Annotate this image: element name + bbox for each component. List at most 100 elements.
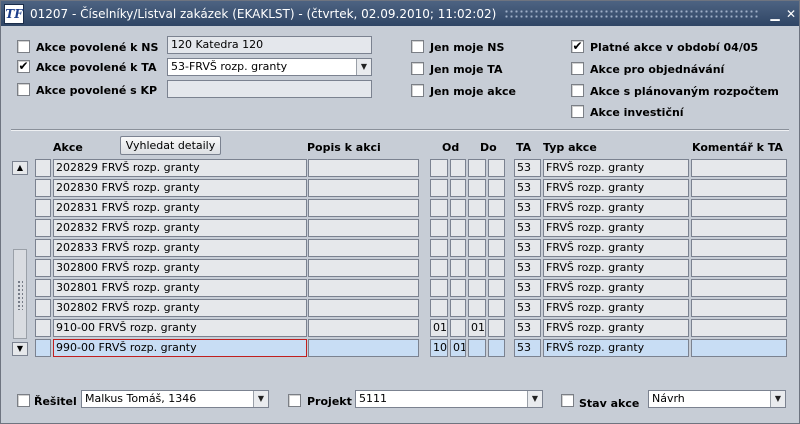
komentar-cell[interactable]	[691, 199, 787, 217]
do-cell-2[interactable]	[488, 339, 505, 357]
akce-cell[interactable]: 302800 FRVŠ rozp. granty	[53, 259, 307, 277]
do-cell[interactable]	[468, 239, 486, 257]
od-cell[interactable]	[430, 299, 448, 317]
minimize-icon[interactable]: ▁	[767, 6, 783, 22]
objednavani-checkbox[interactable]	[571, 62, 584, 75]
ta-cell[interactable]: 53	[514, 319, 541, 337]
resitel-combo[interactable]: Malkus Tomáš, 1346 ▼	[81, 390, 269, 408]
akce-cell[interactable]: 910-00 FRVŠ rozp. granty	[53, 319, 307, 337]
do-cell-2[interactable]	[488, 219, 505, 237]
do-cell[interactable]	[468, 339, 486, 357]
komentar-cell[interactable]	[691, 259, 787, 277]
popis-cell[interactable]	[308, 259, 419, 277]
ta-cell[interactable]: 53	[514, 299, 541, 317]
investicni-checkbox[interactable]	[571, 105, 584, 118]
stav-checkbox[interactable]	[561, 394, 574, 407]
row-selector[interactable]	[35, 219, 51, 237]
row-selector[interactable]	[35, 239, 51, 257]
do-cell[interactable]	[468, 259, 486, 277]
typ-cell[interactable]: FRVŠ rozp. granty	[543, 219, 689, 237]
projekt-checkbox[interactable]	[288, 394, 301, 407]
od-cell-2[interactable]	[450, 219, 466, 237]
typ-cell[interactable]: FRVŠ rozp. granty	[543, 199, 689, 217]
typ-cell[interactable]: FRVŠ rozp. granty	[543, 239, 689, 257]
od-cell[interactable]	[430, 239, 448, 257]
od-cell-2[interactable]	[450, 259, 466, 277]
typ-cell[interactable]: FRVŠ rozp. granty	[543, 279, 689, 297]
jen-ns-checkbox[interactable]	[411, 40, 424, 53]
ns-field[interactable]: 120 Katedra 120	[167, 36, 372, 54]
typ-cell[interactable]: FRVŠ rozp. granty	[543, 299, 689, 317]
table-row[interactable]: 302802 FRVŠ rozp. granty 53 FRVŠ rozp. g…	[1, 298, 800, 318]
row-selector[interactable]	[35, 259, 51, 277]
do-cell[interactable]	[468, 219, 486, 237]
table-row[interactable]: 202831 FRVŠ rozp. granty 53 FRVŠ rozp. g…	[1, 198, 800, 218]
chevron-down-icon[interactable]: ▼	[253, 391, 268, 407]
akce-cell[interactable]: 202833 FRVŠ rozp. granty	[53, 239, 307, 257]
komentar-cell[interactable]	[691, 319, 787, 337]
komentar-cell[interactable]	[691, 179, 787, 197]
typ-cell[interactable]: FRVŠ rozp. granty	[543, 319, 689, 337]
akce-cell[interactable]: 302801 FRVŠ rozp. granty	[53, 279, 307, 297]
ta-cell[interactable]: 53	[514, 259, 541, 277]
chevron-down-icon[interactable]: ▼	[356, 59, 371, 75]
do-cell[interactable]	[468, 179, 486, 197]
do-cell-2[interactable]	[488, 319, 505, 337]
popis-cell[interactable]	[308, 319, 419, 337]
komentar-cell[interactable]	[691, 279, 787, 297]
od-cell-2[interactable]	[450, 239, 466, 257]
chevron-down-icon[interactable]: ▼	[527, 391, 542, 407]
akce-cell[interactable]: 302802 FRVŠ rozp. granty	[53, 299, 307, 317]
title-bar[interactable]: TF 01207 - Číselníky/Listval zakázek (EK…	[1, 1, 799, 26]
row-selector[interactable]	[35, 319, 51, 337]
ta-cell[interactable]: 53	[514, 239, 541, 257]
find-details-button[interactable]: Vyhledat detaily	[120, 136, 221, 155]
popis-cell[interactable]	[308, 299, 419, 317]
ns-checkbox[interactable]	[17, 40, 30, 53]
do-cell-2[interactable]	[488, 239, 505, 257]
table-row[interactable]: 910-00 FRVŠ rozp. granty 01 01 53 FRVŠ r…	[1, 318, 800, 338]
popis-cell[interactable]	[308, 159, 419, 177]
akce-cell[interactable]: 202832 FRVŠ rozp. granty	[53, 219, 307, 237]
od-cell[interactable]	[430, 179, 448, 197]
od-cell-2[interactable]	[450, 299, 466, 317]
od-cell[interactable]	[430, 219, 448, 237]
platne-checkbox[interactable]: ✔	[571, 40, 584, 53]
ta-checkbox[interactable]: ✔	[17, 60, 30, 73]
do-cell[interactable]	[468, 199, 486, 217]
od-cell[interactable]: 01	[430, 319, 448, 337]
akce-cell[interactable]: 202829 FRVŠ rozp. granty	[53, 159, 307, 177]
close-icon[interactable]: ✕	[783, 6, 799, 22]
komentar-cell[interactable]	[691, 219, 787, 237]
ta-cell[interactable]: 53	[514, 179, 541, 197]
typ-cell[interactable]: FRVŠ rozp. granty	[543, 179, 689, 197]
ta-cell[interactable]: 53	[514, 199, 541, 217]
popis-cell[interactable]	[308, 339, 419, 357]
od-cell[interactable]	[430, 199, 448, 217]
table-row[interactable]: 302801 FRVŠ rozp. granty 53 FRVŠ rozp. g…	[1, 278, 800, 298]
do-cell-2[interactable]	[488, 299, 505, 317]
row-selector[interactable]	[35, 179, 51, 197]
do-cell[interactable]	[468, 299, 486, 317]
do-cell-2[interactable]	[488, 279, 505, 297]
row-selector[interactable]	[35, 299, 51, 317]
row-selector[interactable]	[35, 339, 51, 357]
row-selector[interactable]	[35, 279, 51, 297]
kp-checkbox[interactable]	[17, 83, 30, 96]
komentar-cell[interactable]	[691, 339, 787, 357]
table-row[interactable]: 202829 FRVŠ rozp. granty 53 FRVŠ rozp. g…	[1, 158, 800, 178]
popis-cell[interactable]	[308, 199, 419, 217]
jen-ta-checkbox[interactable]	[411, 62, 424, 75]
akce-cell[interactable]: 202830 FRVŠ rozp. granty	[53, 179, 307, 197]
row-selector[interactable]	[35, 159, 51, 177]
ta-cell[interactable]: 53	[514, 339, 541, 357]
table-row[interactable]: 202830 FRVŠ rozp. granty 53 FRVŠ rozp. g…	[1, 178, 800, 198]
komentar-cell[interactable]	[691, 239, 787, 257]
row-selector[interactable]	[35, 199, 51, 217]
projekt-combo[interactable]: 5111 ▼	[355, 390, 543, 408]
popis-cell[interactable]	[308, 239, 419, 257]
rozpocet-checkbox[interactable]	[571, 84, 584, 97]
kp-field[interactable]	[167, 80, 372, 98]
od-cell-2[interactable]	[450, 159, 466, 177]
od-cell-2[interactable]	[450, 179, 466, 197]
